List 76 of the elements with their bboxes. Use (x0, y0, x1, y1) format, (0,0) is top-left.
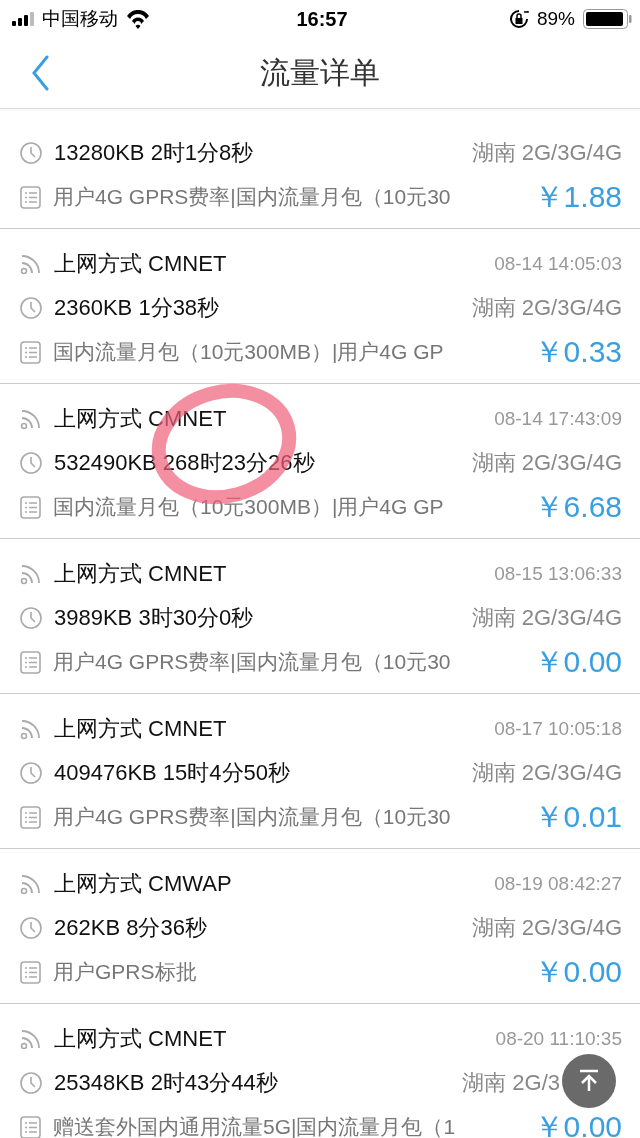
battery-percent: 89% (536, 8, 575, 30)
signal-icon (20, 253, 42, 275)
package-text: 用户4G GPRS费率|国内流量月包（10元30 (53, 184, 452, 210)
clock-icon (20, 452, 42, 474)
package-text: 赠送套外国内通用流量5G|国内流量月包（1 (53, 1114, 457, 1138)
region-text: 湖南 2G/3G/4G (471, 914, 622, 942)
price-amount: ￥1.88 (533, 178, 622, 215)
record-time: 08-14 14:05:03 (494, 253, 622, 275)
signal-icon (20, 563, 42, 585)
signal-icon (20, 408, 42, 430)
scroll-to-top-button[interactable] (562, 1054, 616, 1108)
package-text: 用户GPRS标批 (53, 959, 198, 985)
usage-text: 3989KB 3时30分0秒 (54, 604, 255, 632)
signal-icon (20, 873, 42, 895)
price-amount: ￥0.00 (533, 1108, 622, 1138)
list-icon (20, 650, 41, 674)
record-row[interactable]: 上网方式 CMNET 08-15 13:06:33 3989KB 3时30分0秒 湖南 2G/3G/4G 用户4G GPRS费率|国内流量月包（10元30 ￥0.00 (0, 539, 640, 694)
record-time: 08-20 11:10:35 (495, 1028, 622, 1050)
region-text: 湖南 2G/3G/4G (471, 604, 622, 632)
back-button[interactable] (30, 55, 50, 91)
connection-type: 上网方式 CMNET (54, 560, 228, 588)
usage-text: 2360KB 1分38秒 (54, 294, 221, 322)
list-icon (20, 185, 41, 209)
connection-type: 上网方式 CMWAP (54, 870, 233, 898)
connection-type: 上网方式 CMNET (54, 715, 228, 743)
usage-text: 532490KB 268时23分26秒 (54, 449, 316, 477)
list-icon (20, 805, 41, 829)
price-amount: ￥0.33 (533, 333, 622, 370)
connection-type: 上网方式 CMNET (54, 1025, 228, 1053)
signal-icon (20, 1028, 42, 1050)
clock-icon (20, 1072, 42, 1094)
status-time: 16:57 (296, 7, 348, 31)
region-text: 湖南 2G/3G/4G (471, 294, 622, 322)
page-title: 流量详单 (260, 54, 380, 91)
clock-icon (20, 762, 42, 784)
connection-type: 上网方式 CMNET (54, 405, 228, 433)
package-text: 用户4G GPRS费率|国内流量月包（10元30 (53, 649, 452, 675)
price-amount: ￥6.68 (533, 488, 622, 525)
record-time: 08-19 08:42:27 (494, 873, 622, 895)
record-row[interactable]: 上网方式 CMWAP 08-19 08:42:27 262KB 8分36秒 湖南 2G/3G/4G 用户GPRS标批 ￥0.00 (0, 849, 640, 1004)
package-text: 用户4G GPRS费率|国内流量月包（10元30 (53, 804, 452, 830)
list-icon (20, 960, 41, 984)
clock-icon (20, 917, 42, 939)
signal-icon (12, 12, 34, 26)
record-time: 08-14 17:43:09 (494, 408, 622, 430)
clock-icon (20, 607, 42, 629)
list-icon (20, 340, 41, 364)
wifi-icon (126, 9, 150, 29)
record-row[interactable]: 上网方式 CMNET 08-17 10:05:18 409476KB 15时4分50秒 湖南 2G/3G/4G 用户4G GPRS费率|国内流量月包（10元30 ￥0.01 (0, 694, 640, 849)
region-text: 湖南 2G/3G/4G (471, 139, 622, 167)
price-amount: ￥0.00 (533, 953, 622, 990)
clock-icon (20, 297, 42, 319)
arrow-up-icon (577, 1069, 601, 1093)
usage-text: 409476KB 15时4分50秒 (54, 759, 292, 787)
record-row[interactable]: 13280KB 2时1分8秒 湖南 2G/3G/4G 用户4G GPRS费率|国内流量月包（10元30 ￥1.88 (0, 109, 640, 229)
region-text: 湖南 2G/3G/4G (471, 449, 622, 477)
region-text: 湖南 2G/3G/4G (471, 759, 622, 787)
usage-text: 262KB 8分36秒 (54, 914, 208, 942)
list-icon (20, 1115, 41, 1138)
package-text: 国内流量月包（10元300MB）|用户4G GP (53, 339, 445, 365)
signal-icon (20, 718, 42, 740)
back-icon (30, 55, 50, 91)
battery-icon (583, 9, 632, 29)
rotation-lock-icon (508, 9, 529, 29)
price-amount: ￥0.00 (533, 643, 622, 680)
price-amount: ￥0.01 (533, 798, 622, 835)
usage-text: 25348KB 2时43分44秒 (54, 1069, 279, 1097)
clock-icon (20, 142, 42, 164)
record-time: 08-17 10:05:18 (494, 718, 622, 740)
record-row[interactable]: 上网方式 CMNET 08-14 14:05:03 2360KB 1分38秒 湖南 2G/3G/4G 国内流量月包（10元300MB）|用户4G GP ￥0.33 (0, 229, 640, 384)
region-text: 湖南 2G/3 (462, 1069, 560, 1097)
record-time: 08-15 13:06:33 (494, 563, 622, 585)
usage-text: 13280KB 2时1分8秒 (54, 139, 255, 167)
carrier-name: 中国移动 (42, 7, 118, 31)
connection-type: 上网方式 CMNET (54, 250, 228, 278)
list-icon (20, 495, 41, 519)
